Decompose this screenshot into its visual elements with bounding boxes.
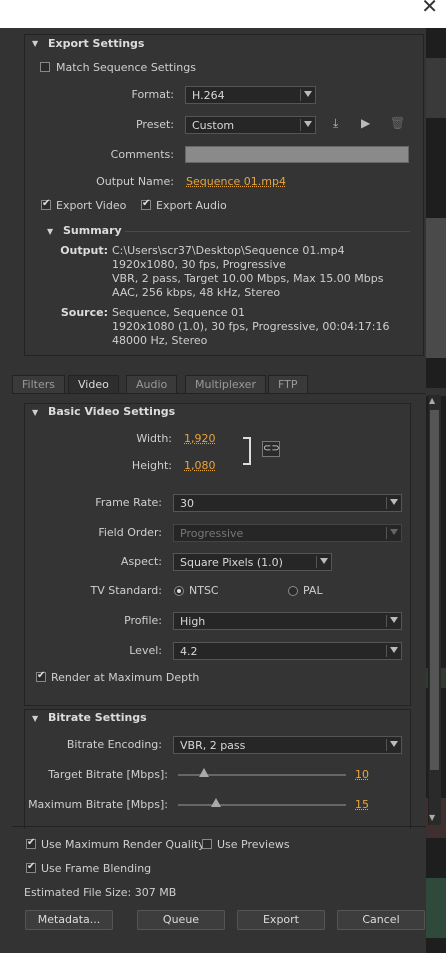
- metadata-button[interactable]: Metadata...: [25, 910, 113, 930]
- height-label: Height:: [131, 459, 172, 472]
- max-bitrate-label: Maximum Bitrate [Mbps]:: [28, 798, 168, 811]
- title-bar: [0, 0, 446, 28]
- export-button[interactable]: Export: [237, 910, 325, 930]
- export-settings-title: Export Settings: [48, 37, 145, 50]
- render-max-depth-checkbox[interactable]: [36, 670, 46, 682]
- queue-button[interactable]: Queue: [137, 910, 225, 930]
- summary-source-text: Sequence, Sequence 01 1920x1080 (1.0), 3…: [112, 306, 390, 347]
- pal-label: PAL: [303, 584, 323, 597]
- profile-dropdown[interactable]: High: [173, 612, 402, 630]
- scrollbar-thumb[interactable]: [430, 410, 439, 770]
- cancel-button[interactable]: Cancel: [337, 910, 425, 930]
- export-audio-label: Export Audio: [156, 199, 227, 212]
- tab-ftp[interactable]: FTP: [268, 375, 308, 393]
- ntsc-radio[interactable]: [174, 586, 184, 596]
- output-name-label: Output Name:: [96, 175, 174, 188]
- match-sequence-label: Match Sequence Settings: [56, 61, 196, 74]
- comments-label: Comments:: [110, 148, 174, 161]
- field-order-label: Field Order:: [98, 526, 162, 539]
- tab-video[interactable]: Video: [68, 375, 119, 393]
- save-preset-icon[interactable]: ⤓: [333, 116, 338, 131]
- basic-video-collapse-icon[interactable]: ▼: [32, 408, 38, 417]
- tab-audio[interactable]: Audio: [126, 375, 178, 393]
- level-dropdown[interactable]: 4.2: [173, 642, 402, 660]
- frame-rate-dropdown[interactable]: 30: [173, 494, 402, 512]
- level-label: Level:: [129, 644, 162, 657]
- use-max-render-label: Use Maximum Render Quality: [41, 838, 205, 851]
- use-previews-checkbox[interactable]: [202, 839, 212, 849]
- height-value[interactable]: 1,080: [184, 459, 216, 472]
- delete-preset-icon[interactable]: 🗑: [390, 116, 405, 130]
- tab-filters[interactable]: Filters: [12, 375, 65, 393]
- summary-source-label: Source:: [60, 306, 108, 319]
- summary-divider: [125, 231, 410, 232]
- comments-input[interactable]: [185, 146, 409, 163]
- import-preset-icon[interactable]: ▶: [361, 116, 370, 130]
- export-audio-checkbox[interactable]: [141, 198, 151, 210]
- summary-output-label: Output:: [60, 244, 108, 257]
- tab-underline: [12, 393, 426, 394]
- chain-link-icon[interactable]: ⊂⊃: [262, 441, 280, 457]
- estimated-file-size: Estimated File Size: 307 MB: [24, 886, 177, 899]
- bitrate-encoding-label: Bitrate Encoding:: [66, 738, 162, 751]
- width-label: Width:: [136, 432, 172, 445]
- export-video-label: Export Video: [56, 199, 127, 212]
- tv-standard-label: TV Standard:: [90, 584, 163, 597]
- basic-video-title: Basic Video Settings: [48, 405, 176, 418]
- pal-radio[interactable]: [288, 586, 298, 596]
- max-bitrate-knob[interactable]: [211, 798, 221, 807]
- scroll-down-icon[interactable]: ▼: [429, 813, 435, 822]
- target-bitrate-knob[interactable]: [199, 768, 209, 777]
- use-previews-label: Use Previews: [217, 838, 290, 851]
- scroll-up-icon[interactable]: ▲: [429, 396, 435, 405]
- format-label: Format:: [131, 88, 174, 101]
- format-dropdown[interactable]: H.264: [185, 86, 316, 104]
- frame-rate-label: Frame Rate:: [95, 496, 162, 509]
- aspect-label: Aspect:: [120, 555, 162, 568]
- width-value[interactable]: 1,920: [184, 432, 216, 445]
- profile-label: Profile:: [124, 614, 162, 627]
- bitrate-title: Bitrate Settings: [48, 711, 147, 724]
- max-bitrate-value[interactable]: 15: [355, 798, 369, 811]
- close-icon[interactable]: ✕: [421, 0, 438, 18]
- bitrate-encoding-dropdown[interactable]: VBR, 2 pass: [173, 736, 402, 754]
- footer-divider: [12, 826, 426, 827]
- summary-collapse-icon[interactable]: ▼: [47, 227, 53, 236]
- use-frame-blending-checkbox[interactable]: [26, 861, 36, 873]
- ntsc-label: NTSC: [189, 584, 219, 597]
- aspect-dropdown[interactable]: Square Pixels (1.0): [173, 553, 332, 571]
- bitrate-collapse-icon[interactable]: ▼: [32, 714, 38, 723]
- collapse-triangle-icon[interactable]: ▼: [32, 39, 38, 48]
- output-name-link[interactable]: Sequence 01.mp4: [186, 175, 286, 188]
- target-bitrate-label: Target Bitrate [Mbps]:: [48, 768, 168, 781]
- link-bracket: [243, 437, 251, 465]
- max-bitrate-slider[interactable]: [178, 804, 346, 806]
- use-frame-blending-label: Use Frame Blending: [41, 862, 152, 875]
- use-max-render-checkbox[interactable]: [26, 837, 36, 849]
- render-max-depth-label: Render at Maximum Depth: [51, 671, 200, 684]
- export-video-checkbox[interactable]: [41, 198, 51, 210]
- target-bitrate-value[interactable]: 10: [355, 768, 369, 781]
- summary-title: Summary: [63, 224, 122, 237]
- preset-dropdown[interactable]: Custom: [185, 116, 316, 134]
- summary-output-text: C:\Users\scr37\Desktop\Sequence 01.mp4 1…: [112, 244, 384, 299]
- tab-multiplexer[interactable]: Multiplexer: [185, 375, 266, 393]
- preset-label: Preset:: [135, 118, 174, 131]
- match-sequence-checkbox[interactable]: [40, 62, 50, 72]
- field-order-dropdown[interactable]: Progressive: [173, 524, 402, 542]
